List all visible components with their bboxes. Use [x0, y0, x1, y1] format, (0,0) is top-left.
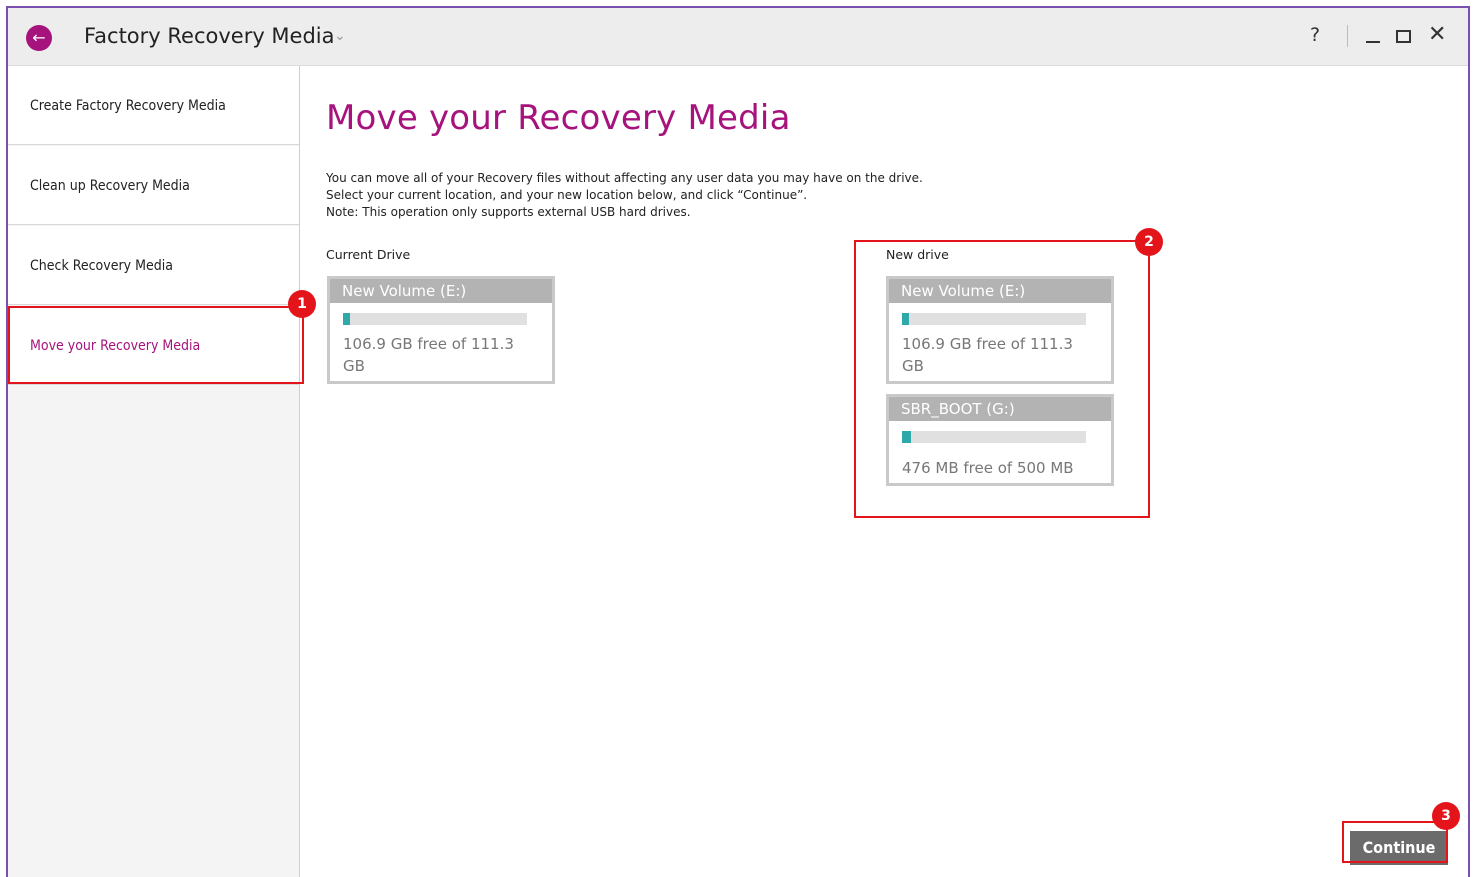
maximize-button[interactable] — [1396, 30, 1411, 43]
app-title[interactable]: Factory Recovery Media — [84, 24, 335, 48]
callout-box-2 — [854, 240, 1150, 518]
help-button[interactable]: ? — [1310, 24, 1320, 46]
sidebar: Create Factory Recovery Media Clean up R… — [8, 66, 300, 877]
sidebar-item-check[interactable]: Check Recovery Media — [8, 226, 299, 305]
sidebar-item-label: Check Recovery Media — [30, 258, 173, 274]
title-bar: ← Factory Recovery Media ⌄ ? ✕ — [8, 8, 1468, 66]
minimize-button[interactable] — [1366, 41, 1380, 43]
drive-free-space: 106.9 GB free of 111.3 GB — [343, 335, 514, 375]
callout-badge-1: 1 — [288, 290, 316, 318]
description-line: Select your current location, and your n… — [326, 188, 808, 202]
current-drive-card[interactable]: New Volume (E:) 106.9 GB free of 111.3 G… — [327, 276, 555, 384]
drive-usage-fill — [343, 313, 351, 325]
sidebar-item-label: Clean up Recovery Media — [30, 178, 190, 194]
drive-name: New Volume (E:) — [330, 279, 552, 303]
current-drive-label: Current Drive — [326, 247, 411, 262]
callout-box-1 — [8, 306, 304, 384]
description-line: Note: This operation only supports exter… — [326, 205, 691, 219]
description: You can move all of your Recovery files … — [326, 170, 1026, 221]
close-button[interactable]: ✕ — [1428, 22, 1446, 47]
sidebar-item-label: Create Factory Recovery Media — [30, 98, 226, 114]
app-window: ← Factory Recovery Media ⌄ ? ✕ Create Fa… — [6, 6, 1470, 877]
titlebar-divider — [1347, 25, 1348, 47]
description-line: You can move all of your Recovery files … — [326, 171, 923, 185]
back-arrow-icon[interactable]: ← — [26, 25, 52, 51]
callout-badge-3: 3 — [1432, 802, 1460, 830]
chevron-down-icon[interactable]: ⌄ — [334, 28, 346, 44]
page-title: Move your Recovery Media — [326, 98, 791, 138]
callout-box-3 — [1342, 821, 1448, 863]
sidebar-item-create[interactable]: Create Factory Recovery Media — [8, 66, 299, 145]
drive-usage-bar — [343, 313, 527, 325]
callout-badge-2: 2 — [1135, 228, 1163, 256]
sidebar-item-clean-up[interactable]: Clean up Recovery Media — [8, 146, 299, 225]
